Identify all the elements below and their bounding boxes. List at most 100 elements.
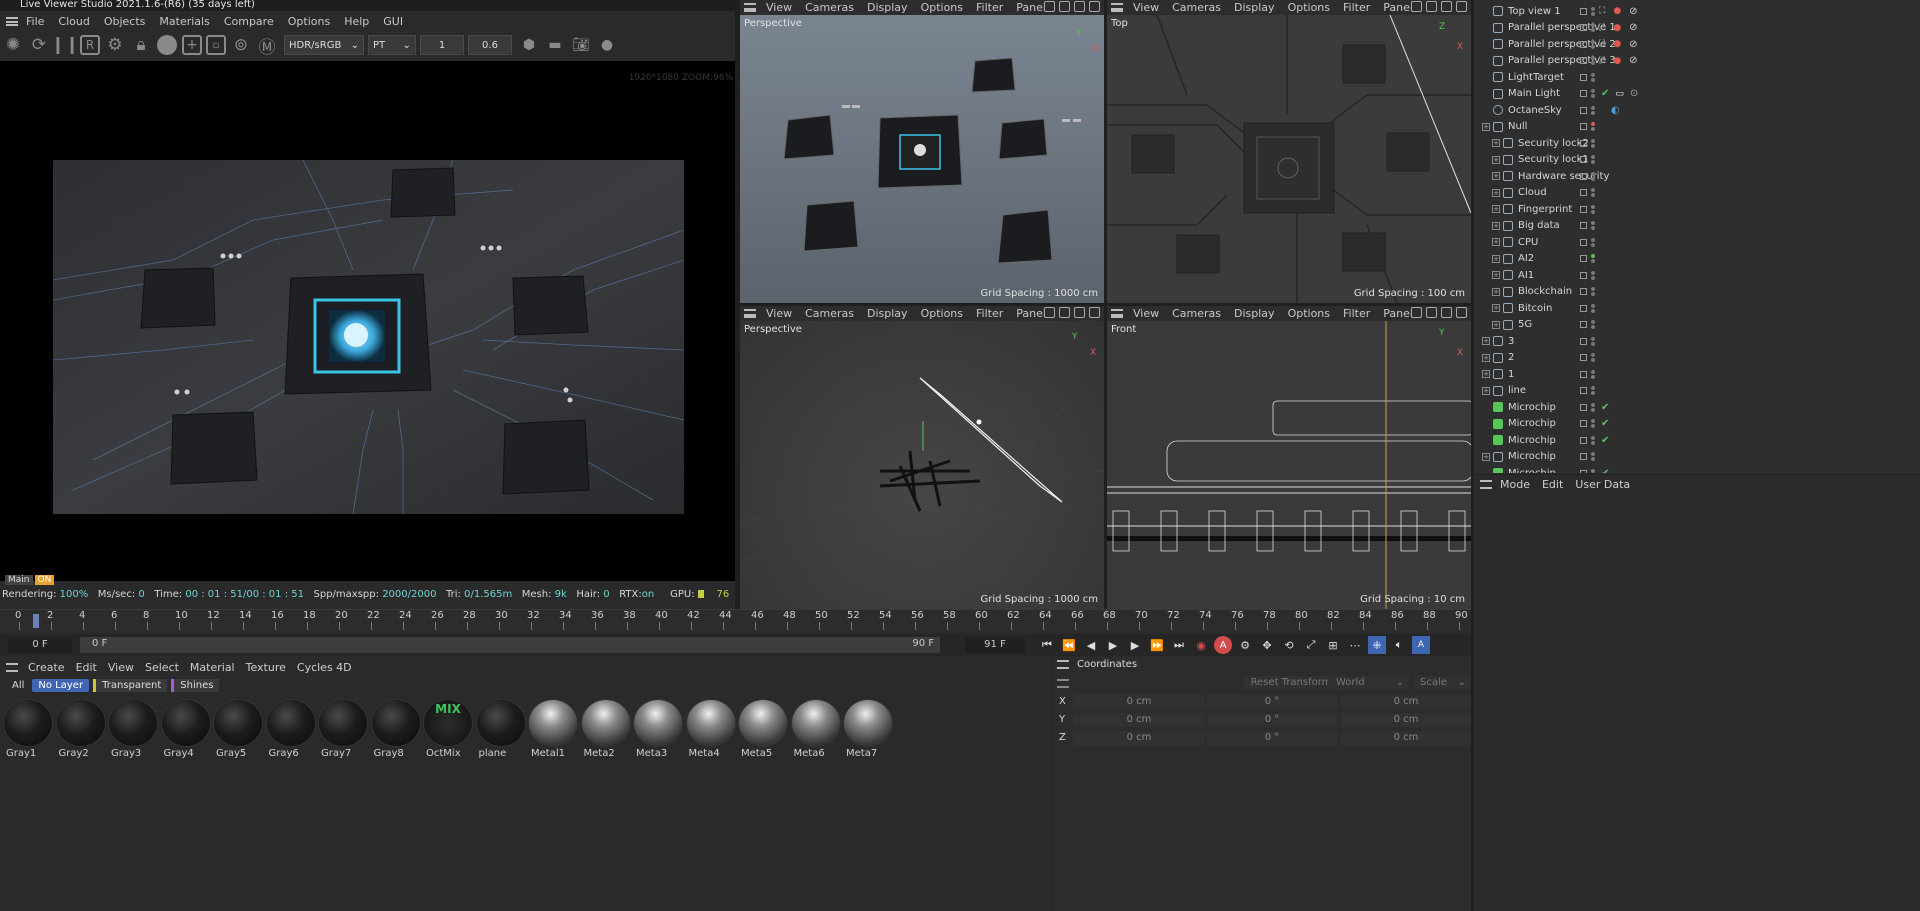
expand-icon[interactable]: + [1492, 238, 1500, 247]
camera-tag-icon[interactable]: ● [1613, 23, 1621, 33]
vp-menu-cameras[interactable]: Cameras [1172, 1, 1221, 14]
vp-menu-cameras[interactable]: Cameras [805, 307, 854, 320]
object-icon[interactable]: ▫ [206, 35, 226, 55]
menu-icon[interactable] [6, 16, 18, 26]
settings-gear-icon[interactable]: ⚙ [104, 34, 126, 56]
visibility-dots[interactable] [1591, 155, 1595, 165]
layer-checkbox[interactable] [1580, 354, 1587, 362]
expand-icon[interactable]: + [1492, 221, 1500, 230]
vp-menu-view[interactable]: View [766, 307, 792, 320]
vp-menu-display[interactable]: Display [867, 307, 908, 320]
menu-icon[interactable] [744, 309, 756, 318]
layer-checkbox[interactable] [1580, 387, 1587, 395]
value1-field[interactable]: 1 [420, 35, 464, 55]
pan-icon[interactable] [1411, 307, 1422, 318]
coord-size-field[interactable]: 0 cm [1341, 713, 1471, 727]
expand-view-icon[interactable]: ⛶ [1599, 6, 1605, 16]
circle-icon[interactable]: ● [596, 34, 618, 56]
object-row[interactable]: Microchip ✔ [1478, 416, 1678, 433]
vp-menu-options[interactable]: Options [1288, 307, 1330, 320]
record-icon[interactable]: ◉ [1192, 636, 1210, 654]
expand-view-icon[interactable]: ⛶ [1599, 39, 1605, 49]
layer-checkbox[interactable] [1580, 189, 1587, 197]
material-item[interactable]: MIX OctMix [423, 699, 473, 759]
check-icon[interactable]: ✔ [1601, 418, 1609, 429]
object-row[interactable]: + Hardware security [1478, 168, 1678, 185]
material-item[interactable]: Gray6 [265, 699, 316, 759]
move-key-icon[interactable]: ✥ [1258, 636, 1276, 654]
viewport-front[interactable]: View Cameras Display Options Filter Pane… [1107, 306, 1474, 609]
lv-menu-help[interactable]: Help [344, 15, 369, 28]
menu-icon[interactable] [1057, 660, 1069, 669]
visibility-dots[interactable] [1591, 402, 1595, 412]
visibility-dots[interactable] [1591, 89, 1595, 99]
material-item[interactable]: Meta3 [633, 699, 683, 759]
object-row[interactable]: + AI1 [1478, 267, 1678, 284]
visibility-dots[interactable] [1591, 138, 1595, 148]
object-row[interactable]: Parallel perspective 1 ⛶ ● ⊘ [1478, 20, 1678, 37]
check-icon[interactable]: ✔ [1601, 435, 1609, 446]
layer-checkbox[interactable] [1580, 205, 1587, 213]
visibility-dots[interactable] [1591, 237, 1595, 247]
camera-tag-icon[interactable]: ● [1613, 6, 1621, 16]
expand-icon[interactable]: + [1492, 271, 1500, 280]
object-row[interactable]: Microchip ✔ [1478, 432, 1678, 449]
coord-pos-field[interactable]: 0 cm [1073, 695, 1205, 709]
material-item[interactable]: Gray7 [318, 699, 368, 759]
mat-tab-transparent[interactable]: Transparent [93, 679, 168, 692]
viewport-perspective-bottom[interactable]: View Cameras Display Options Filter Pane… [739, 306, 1105, 610]
object-row[interactable]: Microchip ✔ [1478, 399, 1678, 416]
kernel-select[interactable]: PT ⌄ [368, 35, 416, 55]
visibility-dots[interactable] [1591, 204, 1595, 214]
rotate-icon[interactable] [1074, 307, 1085, 318]
tab-active[interactable]: ON [34, 575, 55, 585]
lv-menu-objects[interactable]: Objects [104, 15, 146, 28]
material-item[interactable]: Meta6 [790, 699, 841, 759]
lock-icon[interactable]: 🔒︎ [130, 34, 152, 56]
attr-menu-user-data[interactable]: User Data [1575, 478, 1630, 491]
timeline-ruler[interactable]: 0 2 4 6 8 10 12 14 16 18 20 22 24 26 28 30 32 34 36 38 40 42 4… [0, 610, 1474, 634]
coord-size-field[interactable]: 0 cm [1341, 731, 1471, 745]
layer-checkbox[interactable] [1580, 436, 1587, 444]
scale-key-icon[interactable]: ⤢ [1302, 636, 1320, 654]
rotate-key-icon[interactable]: ⟲ [1280, 636, 1298, 654]
lv-menu-options[interactable]: Options [288, 15, 330, 28]
camera-tag-icon[interactable]: ● [1613, 39, 1621, 49]
object-row[interactable]: Parallel perspective 2 ⛶ ● ⊘ [1478, 36, 1678, 53]
expand-icon[interactable]: + [1492, 304, 1500, 313]
viewport-perspective-top[interactable]: View Cameras Display Options Filter Pane… [740, 0, 1104, 303]
marker-pin-icon[interactable]: Ⓜ [256, 34, 278, 58]
focus-pin-icon[interactable]: ⊚ [230, 34, 252, 56]
move-icon[interactable] [1059, 1, 1070, 12]
pan-icon[interactable] [1411, 1, 1422, 12]
object-row[interactable]: + CPU [1478, 234, 1678, 251]
layer-checkbox[interactable] [1580, 321, 1587, 329]
visibility-dots[interactable] [1591, 353, 1595, 363]
object-row[interactable]: + line [1478, 383, 1678, 400]
visibility-dots[interactable] [1591, 386, 1595, 396]
material-item[interactable]: Meta5 [738, 699, 788, 759]
material-item[interactable]: Meta2 [580, 699, 631, 759]
expand-icon[interactable]: + [1492, 254, 1500, 263]
mat-menu-edit[interactable]: Edit [76, 661, 97, 674]
timeline-playhead[interactable] [33, 614, 39, 628]
param-key-icon[interactable]: ⊞ [1324, 636, 1342, 654]
visibility-dots[interactable] [1591, 468, 1595, 473]
visibility-dots[interactable] [1591, 254, 1595, 264]
mat-menu-view[interactable]: View [108, 661, 134, 674]
layer-checkbox[interactable] [1580, 370, 1587, 378]
vp-menu-view[interactable]: View [1133, 1, 1159, 14]
expand-icon[interactable]: + [1482, 337, 1490, 346]
coord-rot-field[interactable]: 0 ° [1207, 731, 1337, 745]
play-icon[interactable]: ▶ [1104, 636, 1122, 654]
render-icon[interactable]: ✺ [2, 34, 24, 56]
visibility-dots[interactable] [1591, 270, 1595, 280]
vp-menu-view[interactable]: View [766, 1, 792, 14]
vp-menu-panel[interactable]: Panel [1383, 307, 1413, 320]
layer-checkbox[interactable] [1580, 123, 1587, 131]
object-row[interactable]: + Microchip [1478, 449, 1678, 466]
object-row[interactable]: +5G [1478, 317, 1678, 334]
material-item[interactable]: Gray3 [108, 699, 158, 759]
visibility-dots[interactable] [1591, 105, 1595, 115]
render-area[interactable]: 1920*1080 ZOOM:96% [0, 61, 735, 581]
